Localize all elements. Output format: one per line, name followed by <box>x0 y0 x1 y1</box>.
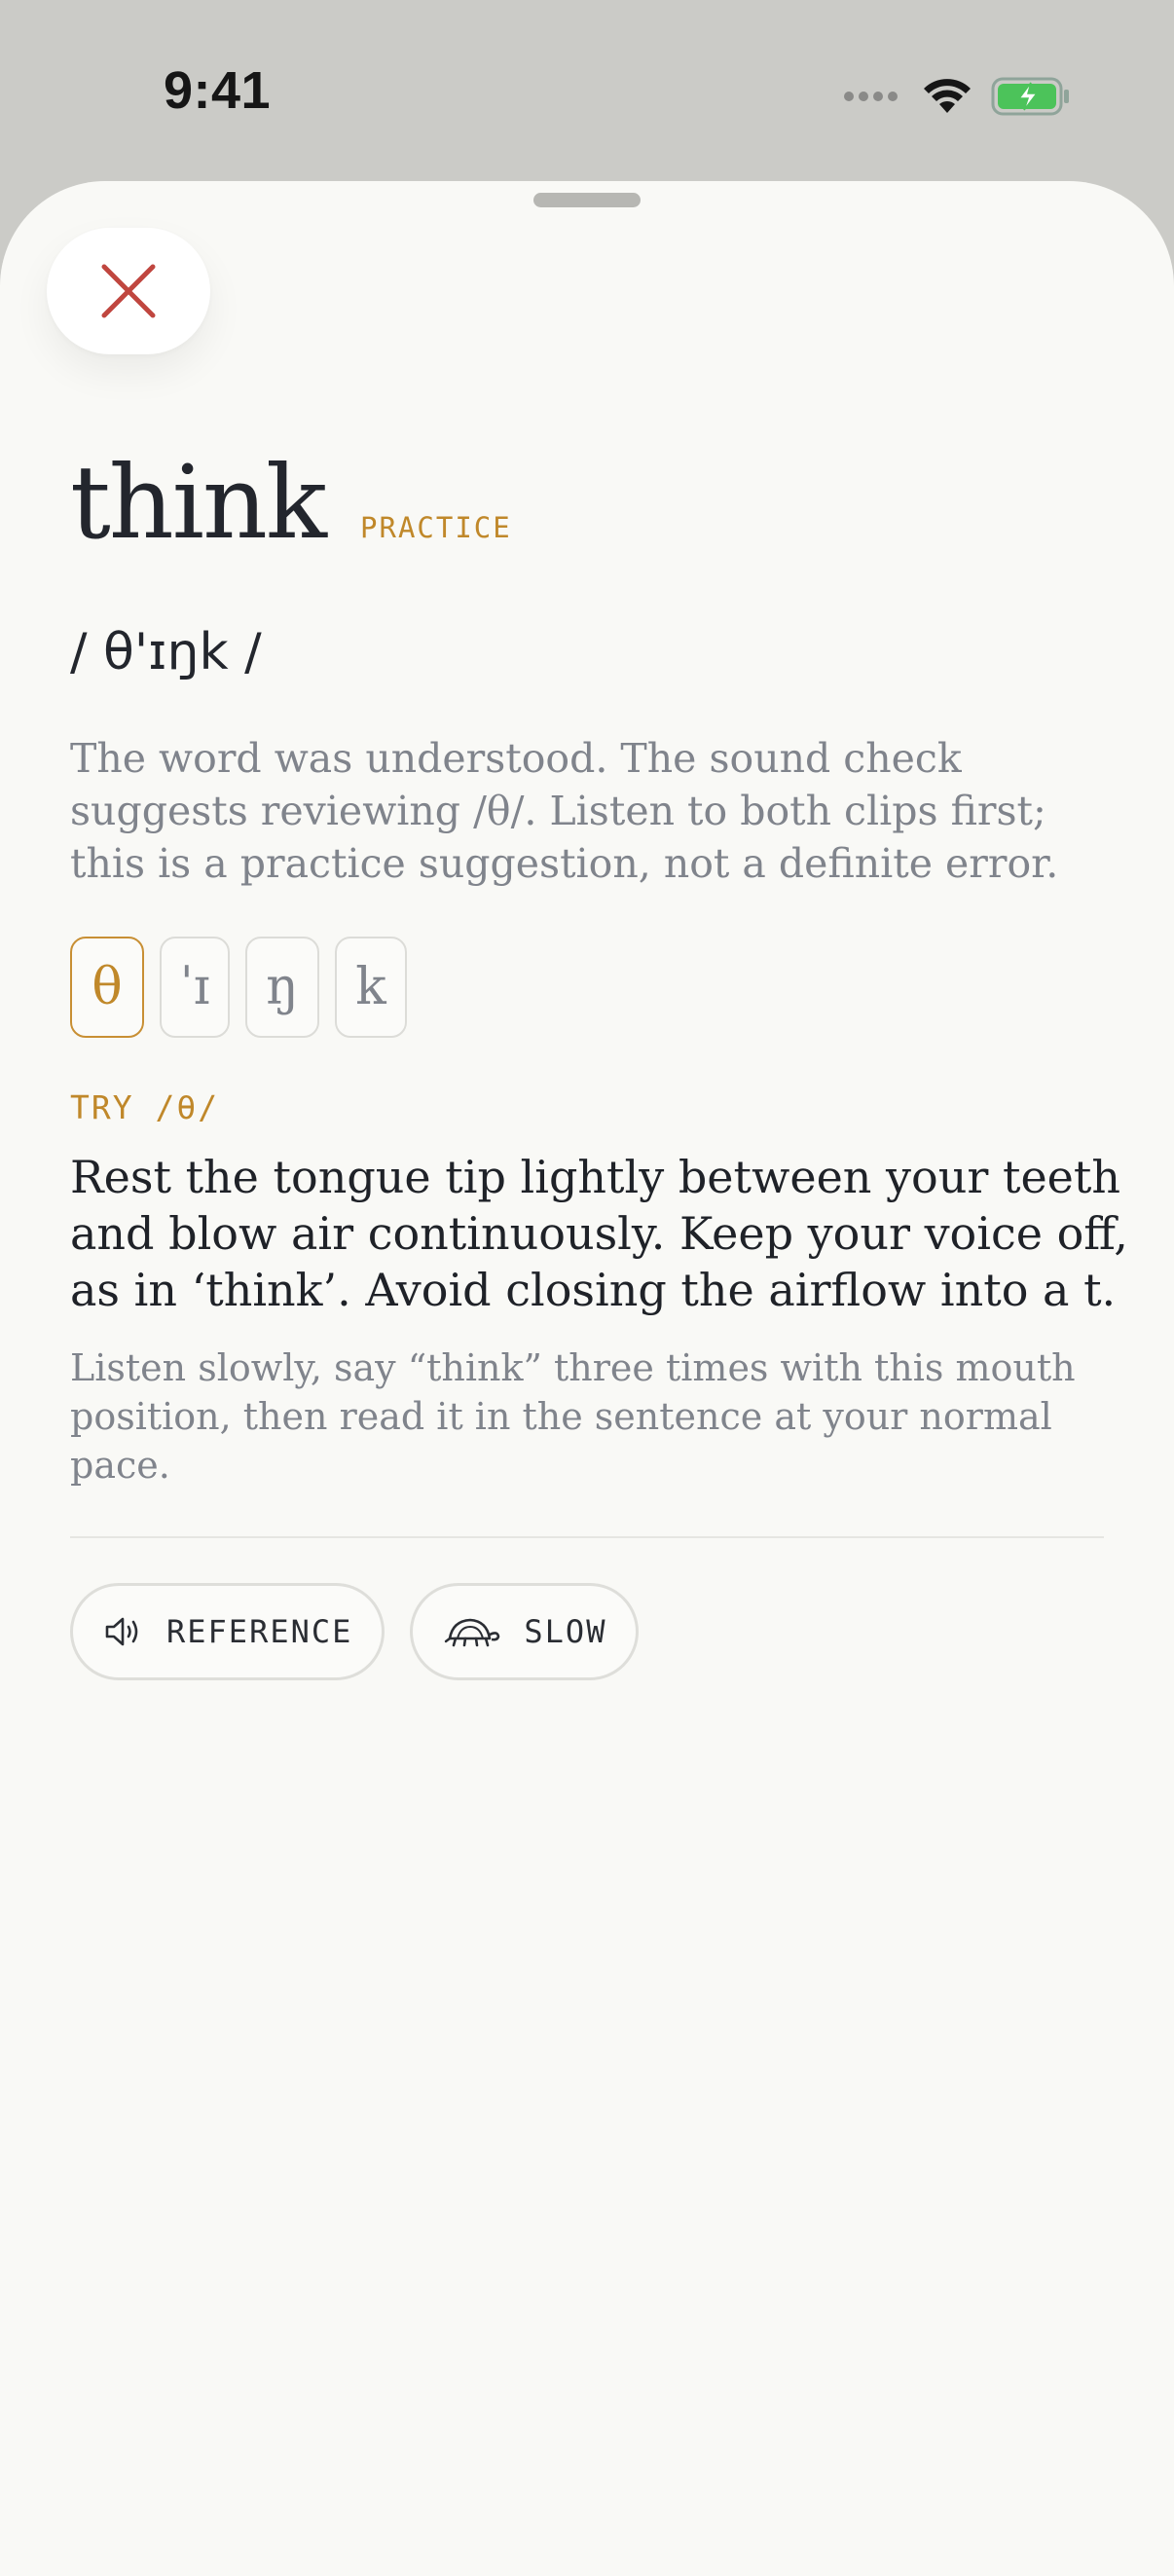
sheet-grabber[interactable] <box>533 193 641 207</box>
word-title: think <box>70 443 327 562</box>
phoneme-list: θ ˈɪ ŋ k <box>70 937 407 1038</box>
tip-instruction: Rest the tongue tip lightly between your… <box>70 1151 1128 1316</box>
practice-badge: PRACTICE <box>360 511 512 544</box>
status-icons <box>844 72 1071 121</box>
audio-controls: REFERENCE SLOW <box>70 1583 640 1680</box>
reference-label: REFERENCE <box>166 1613 353 1650</box>
turtle-icon <box>445 1618 500 1647</box>
try-sound-label: TRY /θ/ <box>70 1088 220 1126</box>
close-button[interactable] <box>47 228 210 354</box>
close-icon <box>101 264 156 318</box>
pronunciation-sheet: think PRACTICE / θ'ɪŋk / The word was un… <box>0 181 1174 2576</box>
phoneme-chip[interactable]: ˈɪ <box>160 937 230 1038</box>
wifi-icon <box>924 79 971 113</box>
status-time: 9:41 <box>164 61 272 120</box>
slow-label: SLOW <box>524 1613 607 1650</box>
speaker-icon <box>105 1617 138 1646</box>
cellular-signal-icon <box>844 92 898 101</box>
phoneme-chip-selected[interactable]: θ <box>70 937 144 1038</box>
feedback-summary: The word was understood. The sound check… <box>70 735 1059 887</box>
reference-audio-button[interactable]: REFERENCE <box>70 1583 385 1680</box>
word-header: think PRACTICE <box>70 452 512 553</box>
ipa-transcription: / θ'ɪŋk / <box>70 623 262 681</box>
battery-charging-icon <box>991 77 1069 116</box>
phoneme-chip[interactable]: k <box>335 937 407 1038</box>
slow-audio-button[interactable]: SLOW <box>410 1583 640 1680</box>
practice-hint: Listen slowly, say “think” three times w… <box>70 1346 1076 1487</box>
divider <box>70 1536 1104 1538</box>
phoneme-chip[interactable]: ŋ <box>245 937 319 1038</box>
